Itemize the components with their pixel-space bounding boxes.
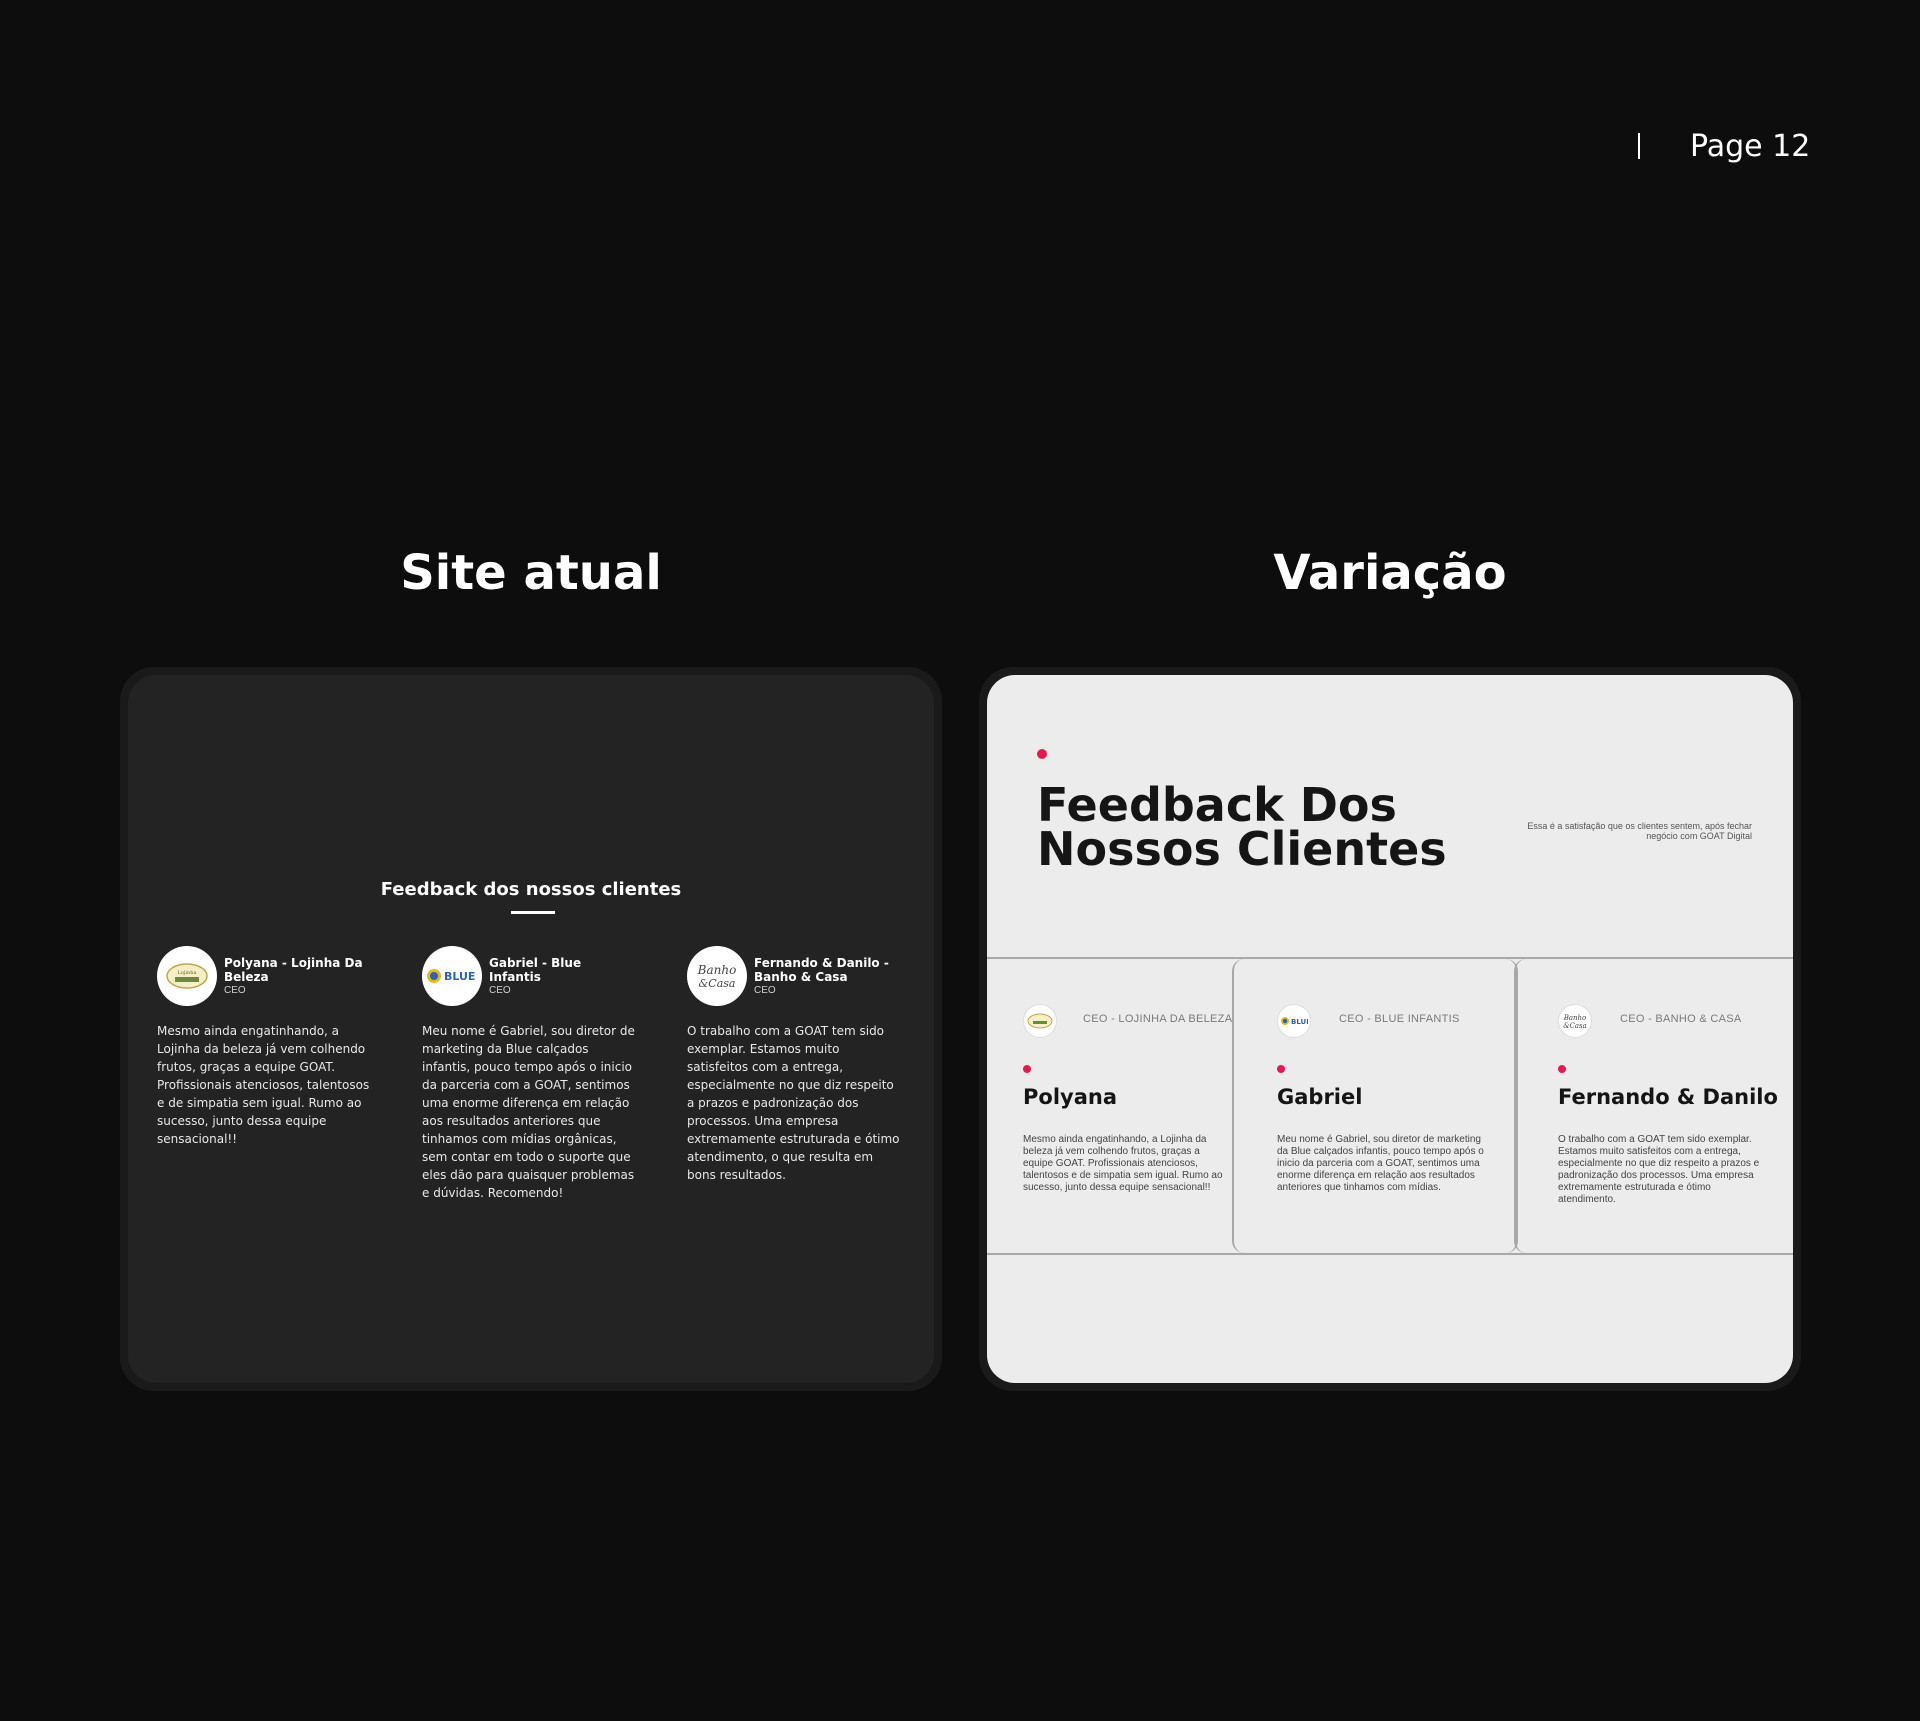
banho-e-casa-logo: Banho &Casa — [1558, 1004, 1592, 1038]
testimonial-role: CEO - BANHO & CASA — [1620, 1013, 1742, 1025]
variation-subtitle: Essa é a satisfação que os clientes sent… — [1527, 821, 1752, 841]
variation-heading: Feedback Dos Nossos Clientes — [1037, 778, 1557, 876]
page-indicator: Page 12 — [1638, 126, 1810, 166]
banho-e-casa-logo: Banho &Casa — [687, 946, 747, 1006]
heading-underline — [511, 911, 555, 914]
svg-text:Lojinha: Lojinha — [178, 970, 197, 976]
testimonial-name: Fernando & Danilo — [1558, 1085, 1778, 1109]
testimonial-role: CEO - BLUE INFANTIS — [1339, 1013, 1460, 1025]
variation-heading-line1: Feedback Dos — [1037, 778, 1397, 832]
testimonial-text: Mesmo ainda engatinhando, a Lojinha da b… — [157, 1024, 370, 1146]
accent-dot — [1037, 749, 1047, 759]
testimonial-name: Fernando & Danilo - Banho & Casa — [754, 956, 889, 984]
current-site-screen: Feedback dos nossos clientes Lojinha Pol… — [128, 675, 934, 1383]
page-number: Page 12 — [1690, 128, 1811, 164]
testimonial-name: Gabriel - Blue Infantis — [489, 956, 582, 984]
testimonial-card-fernando-danilo: Banho &Casa Fernando & Danilo - Banho & C… — [687, 945, 902, 1184]
blue-infantis-logo: BLUE — [422, 946, 482, 1006]
testimonial-text: Mesmo ainda engatinhando, a Lojinha da b… — [1023, 1134, 1223, 1193]
accent-dot — [1277, 1065, 1285, 1073]
testimonial-name: Polyana - Lojinha Da Beleza — [224, 956, 363, 984]
testimonial-text: Meu nome é Gabriel, sou diretor de marke… — [1277, 1134, 1484, 1193]
variation-screen: Feedback Dos Nossos Clientes Essa é a sa… — [987, 675, 1793, 1383]
testimonial-role: CEO - LOJINHA DA BELEZA — [1083, 1013, 1233, 1025]
accent-dot — [1023, 1065, 1031, 1073]
testimonial-text: Meu nome é Gabriel, sou diretor de marke… — [422, 1024, 635, 1200]
testimonial-role: CEO — [224, 985, 246, 996]
testimonial-role: CEO — [489, 985, 511, 996]
variation-testimonials: CEO - LOJINHA DA BELEZA Polyana Mesmo ai… — [987, 957, 1793, 1255]
lojinha-da-beleza-logo: Lojinha — [157, 946, 217, 1006]
testimonial-text: O trabalho com a GOAT tem sido exemplar.… — [1558, 1134, 1760, 1205]
svg-text:BLUE: BLUE — [444, 970, 475, 983]
variation-title: Variação — [1273, 545, 1507, 601]
variation-card-polyana: CEO - LOJINHA DA BELEZA Polyana Mesmo ai… — [987, 959, 1232, 1253]
testimonial-card-gabriel: BLUE Gabriel - Blue Infantis CEO Meu nom… — [422, 945, 637, 1202]
current-site-frame: Feedback dos nossos clientes Lojinha Pol… — [120, 667, 942, 1391]
variation-frame: Feedback Dos Nossos Clientes Essa é a sa… — [979, 667, 1801, 1391]
variation-card-fernando-danilo: Banho &Casa CEO - BANHO & CASA Fernando &… — [1514, 959, 1793, 1253]
testimonial-name: Polyana — [1023, 1085, 1117, 1109]
svg-text:Banho: Banho — [697, 963, 737, 977]
blue-infantis-logo: BLUE — [1277, 1004, 1311, 1038]
svg-text:&Casa: &Casa — [1563, 1022, 1587, 1030]
variation-card-gabriel: BLUE CEO - BLUE INFANTIS Gabriel Meu nom… — [1232, 959, 1518, 1253]
svg-text:BLUE: BLUE — [1291, 1018, 1308, 1026]
svg-text:&Casa: &Casa — [699, 977, 736, 990]
current-site-title: Site atual — [400, 545, 662, 601]
testimonial-name: Gabriel — [1277, 1085, 1363, 1109]
accent-dot — [1558, 1065, 1566, 1073]
testimonial-card-polyana: Lojinha Polyana - Lojinha Da Beleza CEO … — [157, 945, 372, 1148]
variation-heading-line2: Nossos Clientes — [1037, 822, 1447, 876]
testimonial-role: CEO — [754, 985, 776, 996]
testimonial-text: O trabalho com a GOAT tem sido exemplar.… — [687, 1024, 900, 1182]
lojinha-da-beleza-logo — [1023, 1004, 1057, 1038]
current-feedback-heading: Feedback dos nossos clientes — [380, 879, 682, 900]
svg-text:Banho: Banho — [1563, 1014, 1587, 1022]
page-separator — [1638, 133, 1640, 159]
